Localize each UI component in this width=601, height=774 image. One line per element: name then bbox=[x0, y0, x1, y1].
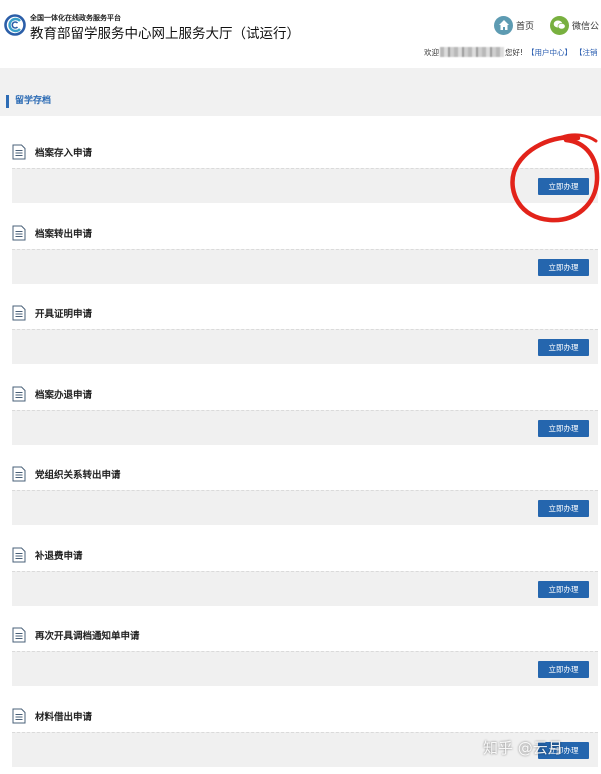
document-icon bbox=[12, 627, 26, 643]
apply-button[interactable]: 立即办理 bbox=[538, 259, 589, 276]
service-item-title: 档案办退申请 bbox=[35, 390, 93, 401]
service-item-panel: 立即办理 bbox=[12, 571, 598, 606]
section-band bbox=[0, 68, 601, 116]
document-icon bbox=[12, 547, 26, 563]
service-item-title: 党组织关系转出申请 bbox=[35, 470, 121, 481]
service-item-title-row: 党组织关系转出申请 bbox=[12, 464, 592, 484]
apply-button[interactable]: 立即办理 bbox=[538, 500, 589, 517]
nav-home-label: 首页 bbox=[516, 21, 535, 32]
gov-logo-icon bbox=[4, 14, 26, 36]
document-icon bbox=[12, 144, 26, 160]
service-item-panel: 立即办理 bbox=[12, 410, 598, 445]
service-item-panel: 立即办理 bbox=[12, 651, 598, 686]
nav-wechat-link[interactable]: 微信公 bbox=[550, 15, 599, 35]
nav-wechat-label: 微信公 bbox=[572, 21, 600, 32]
service-item-panel: 立即办理 bbox=[12, 168, 598, 203]
header: 全国一体化在线政务服务平台 教育部留学服务中心网上服务大厅（试运行） 首页 微信… bbox=[0, 0, 601, 68]
service-item-title-row: 档案办退申请 bbox=[12, 384, 592, 404]
service-item-panel: 立即办理 bbox=[12, 249, 598, 284]
service-item-title: 再次开具调档通知单申请 bbox=[35, 631, 140, 642]
service-item-panel: 立即办理 bbox=[12, 329, 598, 364]
document-icon bbox=[12, 708, 26, 724]
welcome-suffix: 您好! bbox=[505, 47, 524, 57]
service-item-title-row: 再次开具调档通知单申请 bbox=[12, 625, 592, 645]
document-icon bbox=[12, 466, 26, 482]
nav-home-link[interactable]: 首页 bbox=[494, 15, 534, 35]
watermark: 知乎 @云月 bbox=[483, 739, 563, 757]
service-item-title: 开具证明申请 bbox=[35, 309, 93, 320]
document-icon bbox=[12, 225, 26, 241]
apply-button[interactable]: 立即办理 bbox=[538, 581, 589, 598]
welcome-prefix: 欢迎 bbox=[424, 47, 439, 57]
apply-button[interactable]: 立即办理 bbox=[538, 661, 589, 678]
service-item-title: 档案存入申请 bbox=[35, 148, 93, 159]
wechat-icon bbox=[550, 15, 569, 35]
user-center-link[interactable]: 【用户中心】 bbox=[527, 47, 572, 58]
document-icon bbox=[12, 386, 26, 402]
document-icon bbox=[12, 305, 26, 321]
service-item-title-row: 开具证明申请 bbox=[12, 303, 592, 323]
service-item-title: 补退费申请 bbox=[35, 551, 83, 562]
apply-button[interactable]: 立即办理 bbox=[538, 178, 589, 195]
service-item-title-row: 档案转出申请 bbox=[12, 223, 592, 243]
apply-button[interactable]: 立即办理 bbox=[538, 420, 589, 437]
home-icon bbox=[494, 15, 513, 35]
service-item-panel: 立即办理 bbox=[12, 490, 598, 525]
section-title: 留学存档 bbox=[6, 95, 51, 108]
logout-link[interactable]: 【注销 bbox=[575, 47, 598, 58]
service-item-title-row: 材料借出申请 bbox=[12, 706, 592, 726]
service-item-title: 档案转出申请 bbox=[35, 229, 93, 240]
site-title[interactable]: 教育部留学服务中心网上服务大厅（试运行） bbox=[30, 22, 300, 42]
service-item-title: 材料借出申请 bbox=[35, 712, 93, 723]
user-bar: 欢迎 您好! 【用户中心】 【注销 bbox=[424, 45, 598, 59]
apply-button[interactable]: 立即办理 bbox=[538, 339, 589, 356]
blurred-username bbox=[440, 47, 504, 57]
service-item-title-row: 档案存入申请 bbox=[12, 142, 592, 162]
service-item-title-row: 补退费申请 bbox=[12, 545, 592, 565]
